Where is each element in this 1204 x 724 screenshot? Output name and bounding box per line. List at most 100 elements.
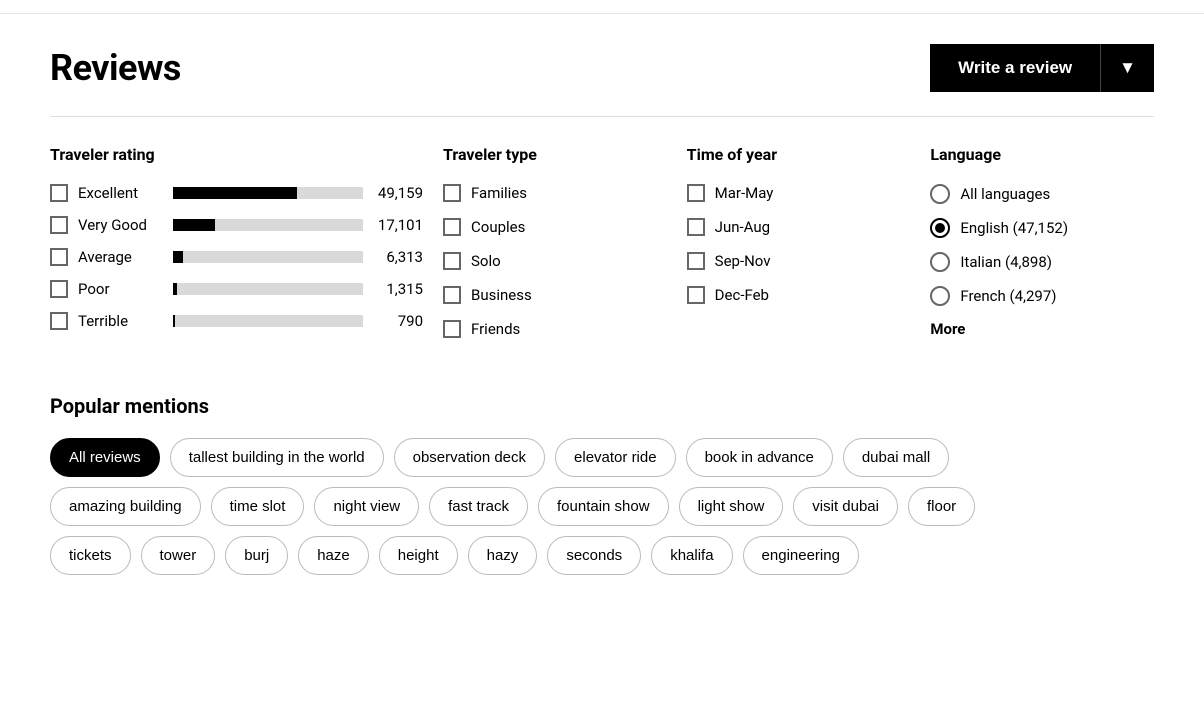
time-label: Jun-Aug (715, 218, 770, 236)
language-title: Language (930, 145, 1154, 164)
rating-checkbox[interactable] (50, 312, 68, 330)
traveler-rating-section: Traveler rating Excellent 49,159 Very Go… (50, 145, 423, 354)
language-item: All languages (930, 184, 1154, 204)
rating-bar (173, 283, 363, 295)
type-checkbox[interactable] (443, 218, 461, 236)
language-radio[interactable] (930, 252, 950, 272)
rating-count: 49,159 (373, 184, 423, 202)
type-label: Friends (471, 320, 520, 338)
rating-label: Terrible (78, 312, 163, 330)
page-title: Reviews (50, 47, 181, 89)
mention-tag[interactable]: height (379, 536, 458, 575)
language-item: Italian (4,898) (930, 252, 1154, 272)
mention-tag[interactable]: floor (908, 487, 975, 526)
mention-tag[interactable]: time slot (211, 487, 305, 526)
time-checkbox[interactable] (687, 286, 705, 304)
language-radio[interactable] (930, 286, 950, 306)
mention-tag[interactable]: tallest building in the world (170, 438, 384, 477)
rating-count: 790 (373, 312, 423, 330)
chevron-down-icon: ▼ (1119, 58, 1136, 78)
rating-bar-fill (173, 283, 177, 295)
review-dropdown-button[interactable]: ▼ (1100, 44, 1154, 92)
language-radio[interactable] (930, 218, 950, 238)
mention-tag[interactable]: khalifa (651, 536, 732, 575)
mention-tag[interactable]: amazing building (50, 487, 201, 526)
time-item: Mar-May (687, 184, 911, 202)
time-checkbox[interactable] (687, 252, 705, 270)
mention-tag[interactable]: haze (298, 536, 369, 575)
mention-tag[interactable]: All reviews (50, 438, 160, 477)
mention-tag[interactable]: tower (141, 536, 216, 575)
review-action-buttons: Write a review ▼ (930, 44, 1154, 92)
rating-count: 6,313 (373, 248, 423, 266)
rating-checkbox[interactable] (50, 280, 68, 298)
mention-tag[interactable]: fast track (429, 487, 528, 526)
rating-bar (173, 187, 363, 199)
mention-tag[interactable]: light show (679, 487, 784, 526)
tags-row-1: All reviews tallest building in the world… (50, 438, 1154, 477)
rating-label: Very Good (78, 216, 163, 234)
language-items-container: All languages English (47,152) Italian (… (930, 184, 1154, 306)
language-more-link[interactable]: More (930, 320, 1154, 338)
mention-tag[interactable]: burj (225, 536, 288, 575)
mention-tag[interactable]: elevator ride (555, 438, 676, 477)
language-section: Language All languages English (47,152) … (910, 145, 1154, 354)
language-label: Italian (4,898) (960, 253, 1052, 271)
rating-bar (173, 251, 363, 263)
rating-item: Very Good 17,101 (50, 216, 423, 234)
rating-item: Excellent 49,159 (50, 184, 423, 202)
traveler-type-title: Traveler type (443, 145, 667, 164)
rating-bar-fill (173, 251, 183, 263)
mention-tag[interactable]: engineering (743, 536, 859, 575)
traveler-type-section: Traveler type Families Couples Solo Busi… (423, 145, 667, 354)
header-divider (50, 116, 1154, 117)
mention-tag[interactable]: night view (314, 487, 419, 526)
time-of-year-section: Time of year Mar-May Jun-Aug Sep-Nov Dec… (667, 145, 911, 354)
write-review-button[interactable]: Write a review (930, 44, 1100, 92)
rating-bar-fill (173, 315, 175, 327)
traveler-type-item: Friends (443, 320, 667, 338)
filters-container: Traveler rating Excellent 49,159 Very Go… (50, 145, 1154, 354)
time-item: Dec-Feb (687, 286, 911, 304)
rating-label: Excellent (78, 184, 163, 202)
traveler-type-item: Families (443, 184, 667, 202)
mention-tag[interactable]: book in advance (686, 438, 833, 477)
time-items-container: Mar-May Jun-Aug Sep-Nov Dec-Feb (687, 184, 911, 304)
rating-checkbox[interactable] (50, 184, 68, 202)
rating-checkbox[interactable] (50, 248, 68, 266)
type-checkbox[interactable] (443, 252, 461, 270)
rating-checkbox[interactable] (50, 216, 68, 234)
rating-count: 1,315 (373, 280, 423, 298)
type-checkbox[interactable] (443, 286, 461, 304)
time-item: Sep-Nov (687, 252, 911, 270)
mention-tag[interactable]: hazy (468, 536, 538, 575)
rating-bar (173, 219, 363, 231)
mention-tag[interactable]: tickets (50, 536, 131, 575)
language-label: English (47,152) (960, 219, 1068, 237)
time-label: Dec-Feb (715, 286, 769, 304)
mention-tag[interactable]: dubai mall (843, 438, 949, 477)
language-item: French (4,297) (930, 286, 1154, 306)
mention-tag[interactable]: observation deck (394, 438, 545, 477)
rating-item: Terrible 790 (50, 312, 423, 330)
type-checkbox[interactable] (443, 184, 461, 202)
language-label: All languages (960, 185, 1050, 203)
language-radio[interactable] (930, 184, 950, 204)
traveler-type-item: Solo (443, 252, 667, 270)
popular-mentions-section: Popular mentions All reviews tallest buil… (50, 394, 1154, 575)
time-label: Sep-Nov (715, 252, 771, 270)
time-checkbox[interactable] (687, 218, 705, 236)
mention-tag[interactable]: fountain show (538, 487, 669, 526)
type-checkbox[interactable] (443, 320, 461, 338)
type-label: Business (471, 286, 532, 304)
tags-row-2: amazing building time slotnight view fast … (50, 487, 1154, 526)
mention-tag[interactable]: seconds (547, 536, 641, 575)
rating-label: Average (78, 248, 163, 266)
language-label: French (4,297) (960, 287, 1056, 305)
mention-tag[interactable]: visit dubai (793, 487, 898, 526)
time-item: Jun-Aug (687, 218, 911, 236)
type-label: Couples (471, 218, 525, 236)
rating-bar-fill (173, 219, 215, 231)
popular-mentions-title: Popular mentions (50, 394, 1154, 418)
time-checkbox[interactable] (687, 184, 705, 202)
